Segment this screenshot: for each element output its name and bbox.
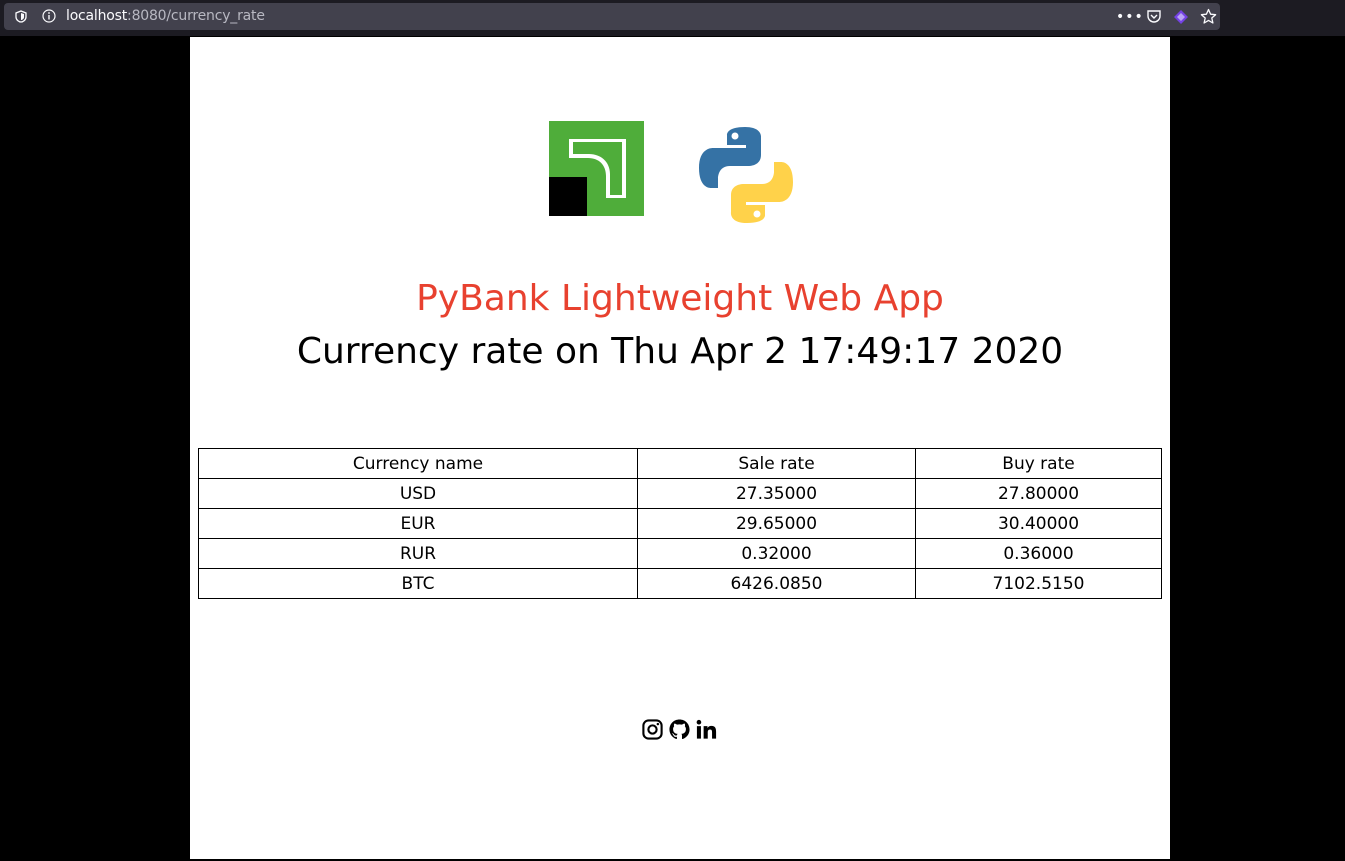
table-row: BTC 6426.0850 7102.5150 [198, 568, 1162, 599]
column-header-buy: Buy rate [915, 448, 1162, 479]
url-path: :8080/currency_rate [127, 8, 265, 24]
url-text[interactable]: localhost:8080/currency_rate [66, 8, 265, 24]
address-bar[interactable]: localhost:8080/currency_rate ••• [4, 3, 1220, 30]
sale-rate-cell: 0.32000 [637, 538, 916, 569]
buy-rate-cell: 30.40000 [915, 508, 1162, 539]
table-row: RUR 0.32000 0.36000 [198, 538, 1162, 569]
github-icon[interactable] [668, 718, 691, 741]
sale-rate-cell: 27.35000 [637, 478, 916, 509]
python-logo [699, 127, 793, 223]
table-row: USD 27.35000 27.80000 [198, 478, 1162, 509]
bookmark-star-icon[interactable] [1200, 8, 1217, 25]
table-row: EUR 29.65000 30.40000 [198, 508, 1162, 539]
currency-name-cell: BTC [198, 568, 638, 599]
linkedin-icon[interactable] [695, 718, 718, 741]
url-host: localhost [66, 8, 128, 24]
column-header-sale: Sale rate [637, 448, 916, 479]
page-subtitle: Currency rate on Thu Apr 2 17:49:17 2020 [296, 331, 1064, 372]
browser-toolbar: localhost:8080/currency_rate ••• [0, 0, 1345, 36]
currency-rate-table: Currency name Sale rate Buy rate USD 27.… [198, 448, 1162, 599]
shield-icon[interactable] [15, 10, 27, 23]
table-header-row: Currency name Sale rate Buy rate [198, 448, 1162, 479]
page-actions-button[interactable]: ••• [1116, 9, 1144, 25]
logo-row [549, 121, 809, 231]
buy-rate-cell: 0.36000 [915, 538, 1162, 569]
currency-name-cell: EUR [198, 508, 638, 539]
privatbank-logo [549, 121, 644, 216]
sale-rate-cell: 6426.0850 [637, 568, 916, 599]
info-icon[interactable] [42, 9, 56, 23]
pocket-icon[interactable] [1147, 10, 1161, 23]
buy-rate-cell: 27.80000 [915, 478, 1162, 509]
buy-rate-cell: 7102.5150 [915, 568, 1162, 599]
page-content: PyBank Lightweight Web App Currency rate… [190, 37, 1170, 859]
extension-icon[interactable] [1173, 9, 1189, 25]
social-links [641, 718, 721, 742]
instagram-icon[interactable] [641, 718, 664, 741]
column-header-currency: Currency name [198, 448, 638, 479]
page-title: PyBank Lightweight Web App [416, 278, 944, 319]
currency-name-cell: RUR [198, 538, 638, 569]
sale-rate-cell: 29.65000 [637, 508, 916, 539]
currency-name-cell: USD [198, 478, 638, 509]
